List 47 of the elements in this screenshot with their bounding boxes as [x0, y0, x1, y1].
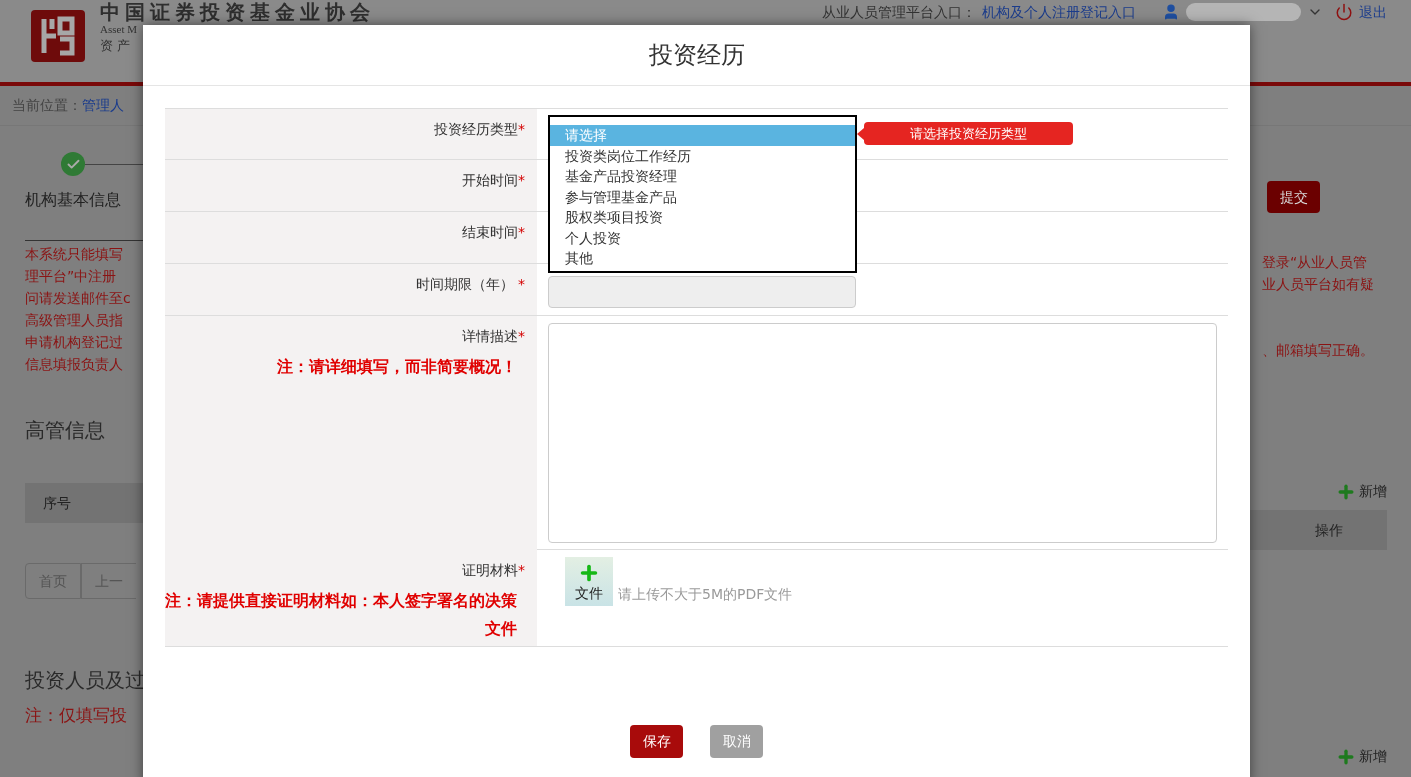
org-name-subtitle: 资 产	[100, 37, 132, 55]
notice-text: 业人员平台如有疑	[1262, 275, 1375, 294]
error-tooltip: 请选择投资经历类型	[864, 122, 1073, 145]
file-upload-button[interactable]: 文件	[565, 557, 613, 606]
dropdown-option[interactable]: 个人投资	[550, 227, 855, 248]
notice-text: 登录“从业人员管	[1262, 253, 1369, 272]
column-header: 序号	[43, 493, 71, 513]
field-label: 投资经历类型*	[434, 120, 525, 139]
field-label: 时间期限（年） *	[415, 275, 525, 294]
notice-text: 信息填报负责人	[25, 355, 124, 374]
power-icon[interactable]	[1335, 3, 1353, 21]
dropdown-option[interactable]: 投资类岗位工作经历	[550, 145, 855, 166]
user-icon	[1162, 3, 1180, 21]
org-name-english: Asset M	[100, 23, 138, 36]
step-label: 机构基本信息	[25, 189, 122, 211]
field-label: 详情描述*	[462, 327, 525, 346]
field-label: 证明材料*	[462, 561, 525, 580]
section-title: 高管信息	[25, 417, 106, 444]
logo-icon	[30, 9, 86, 63]
notice-text: 本系统只能填写	[25, 245, 124, 264]
notice-text: 理平台”中注册	[25, 267, 118, 286]
upload-hint: 请上传不大于5M的PDF文件	[618, 584, 793, 604]
notice-text: 问请发送邮件至c	[25, 289, 132, 308]
section-note: 注：仅填写投	[25, 705, 128, 725]
submit-button[interactable]: 提交	[1267, 181, 1320, 213]
column-header: 操作	[1315, 520, 1343, 540]
field-label: 结束时间*	[462, 223, 525, 242]
duration-field[interactable]	[548, 276, 856, 308]
section-title: 投资人员及过	[25, 667, 143, 694]
add-button[interactable]: 新增	[1336, 746, 1387, 767]
field-note: 注：请提供直接证明材料如：本人签字署名的决策文件	[165, 590, 518, 640]
add-button[interactable]: 新增	[1336, 481, 1387, 502]
notice-text: 、邮箱填写正确。	[1262, 341, 1375, 360]
org-name: 中国证券投资基金业协会	[100, 1, 375, 23]
dialog-title: 投资经历	[648, 40, 745, 71]
dropdown-option[interactable]: 股权类项目投资	[550, 207, 855, 228]
field-label: 开始时间*	[462, 171, 525, 190]
notice-text: 申请机构登记过	[25, 333, 124, 352]
field-note: 注：请详细填写，而非简要概况！	[277, 356, 518, 378]
portal-label: 从业人员管理平台入口：	[822, 3, 976, 21]
dropdown-option[interactable]: 基金产品投资经理	[550, 166, 855, 187]
save-button[interactable]: 保存	[630, 725, 683, 758]
notice-text: 高级管理人员指	[25, 311, 124, 330]
dropdown-option[interactable]: 其他	[550, 248, 855, 269]
description-field[interactable]	[548, 323, 1217, 543]
breadcrumb-label: 当前位置：	[12, 96, 82, 115]
dropdown-option[interactable]: 参与管理基金产品	[550, 186, 855, 207]
